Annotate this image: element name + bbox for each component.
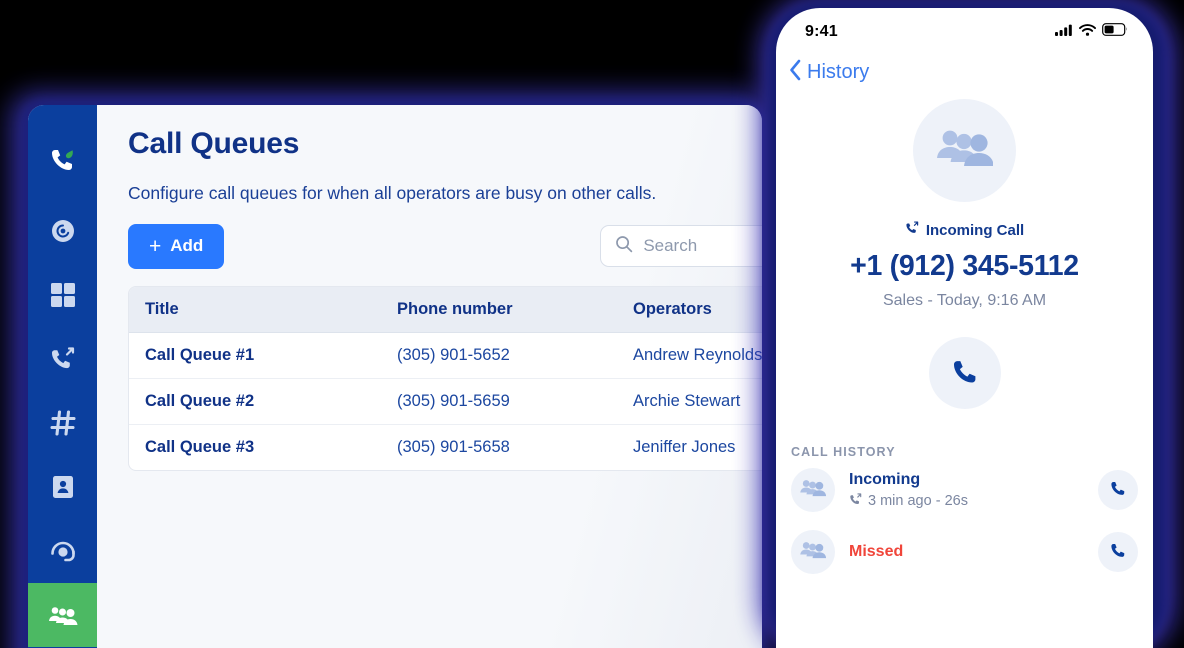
table-body: Call Queue #1 (305) 901-5652 Andrew Reyn… <box>129 332 762 471</box>
phone-forward-icon <box>48 344 78 374</box>
add-button-label: Add <box>170 236 204 255</box>
call-back-button[interactable] <box>1098 532 1138 572</box>
cell-title: Call Queue #3 <box>145 438 255 456</box>
people-group-icon <box>936 126 994 175</box>
people-group-icon <box>48 602 78 628</box>
cell-phone: (305) 901-5658 <box>397 438 510 456</box>
status-bar-icons <box>1055 23 1128 41</box>
list-item-subtitle: 3 min ago - 26s <box>849 492 1084 510</box>
caller-number: +1 (912) 345-5112 <box>850 250 1079 282</box>
sidebar <box>28 105 97 648</box>
toolbar: + Add <box>128 223 762 269</box>
cell-operators: Archie Stewart <box>617 378 762 425</box>
cell-title: Call Queue #1 <box>129 332 381 379</box>
sidebar-item-call-queues[interactable] <box>28 583 97 647</box>
table-header-row: Title Phone number Operators <box>129 287 762 333</box>
screenshot-stage: Call Queues Configure call queues for wh… <box>0 0 1184 648</box>
call-hero: Incoming Call +1 (912) 345-5112 Sales - … <box>776 87 1153 409</box>
sidebar-item-dashboard[interactable] <box>28 263 97 327</box>
cell-operators: Andrew Reynolds <box>617 332 762 379</box>
list-item-title: Incoming <box>849 470 921 488</box>
cell-title: Call Queue #2 <box>129 378 381 425</box>
call-back-button[interactable] <box>1098 470 1138 510</box>
column-header-title[interactable]: Title <box>129 287 381 333</box>
call-history-section-label: CALL HISTORY <box>791 445 896 459</box>
table-row[interactable]: Call Queue #2 (305) 901-5659 Archie Stew… <box>129 378 762 425</box>
incoming-call-icon <box>905 221 919 239</box>
cell-phone: (305) 901-5652 <box>381 332 617 379</box>
phone-icon <box>1109 479 1127 502</box>
desktop-app-window: Call Queues Configure call queues for wh… <box>28 105 762 648</box>
phone-icon <box>1109 541 1127 564</box>
table-row[interactable]: Call Queue #1 (305) 901-5652 Andrew Reyn… <box>129 332 762 379</box>
call-meta: Sales - Today, 9:16 AM <box>882 292 1047 309</box>
table-row[interactable]: Call Queue #3 (305) 901-5658 Jeniffer Jo… <box>129 425 762 471</box>
status-bar: 9:41 <box>776 8 1153 50</box>
search-input[interactable] <box>643 236 762 256</box>
column-header-operators[interactable]: Operators <box>617 287 762 333</box>
sidebar-item-brand[interactable] <box>28 131 97 191</box>
sidebar-item-numbers[interactable] <box>28 391 97 455</box>
record-circle-icon <box>49 217 77 245</box>
page-title: Call Queues <box>128 127 300 160</box>
chevron-left-icon <box>788 58 803 87</box>
phone-mockup: 9:41 History Incoming Call +1 (912) 345-… <box>776 8 1153 648</box>
back-button-label: History <box>807 61 870 83</box>
contact-card-icon <box>50 474 76 500</box>
search-box[interactable] <box>600 225 762 267</box>
column-header-phone[interactable]: Phone number <box>381 287 617 333</box>
page-subtitle: Configure call queues for when all opera… <box>128 183 657 203</box>
sidebar-item-monitoring[interactable] <box>28 519 97 583</box>
sidebar-item-recordings[interactable] <box>28 199 97 263</box>
battery-icon <box>1102 23 1128 41</box>
cell-phone: (305) 901-5659 <box>381 378 617 425</box>
back-to-history-button[interactable]: History <box>776 50 1153 87</box>
list-item-title: Missed <box>849 543 904 560</box>
call-queues-table: Title Phone number Operators Call Queue … <box>128 286 762 471</box>
call-type-row: Incoming Call <box>776 221 1153 239</box>
people-group-icon <box>800 478 827 503</box>
list-item-text: Incoming 3 min ago - 26s <box>849 471 1084 510</box>
cellular-signal-icon <box>1055 23 1073 41</box>
people-group-icon <box>800 540 827 565</box>
list-item[interactable]: Incoming 3 min ago - 26s <box>776 459 1153 521</box>
list-item-text: Missed <box>849 543 1084 561</box>
status-bar-time: 9:41 <box>805 23 838 40</box>
list-item[interactable]: Missed <box>776 521 1153 583</box>
sidebar-item-call-flow[interactable] <box>28 327 97 391</box>
main-content: Call Queues Configure call queues for wh… <box>97 105 762 648</box>
phone-icon <box>950 356 980 391</box>
avatar <box>791 468 835 512</box>
avatar <box>913 99 1016 202</box>
search-icon <box>615 235 633 258</box>
list-item-meta: 3 min ago - 26s <box>868 493 968 509</box>
grid-dashboard-icon <box>50 282 76 308</box>
plus-icon: + <box>149 234 162 258</box>
hash-icon <box>49 410 76 436</box>
call-type-label: Incoming Call <box>925 221 1025 239</box>
headset-eye-icon <box>49 537 77 565</box>
table: Title Phone number Operators Call Queue … <box>129 287 762 470</box>
incoming-call-icon <box>849 492 862 510</box>
call-button[interactable] <box>928 337 1001 409</box>
cell-operators: Jeniffer Jones <box>633 438 736 456</box>
wifi-icon <box>1079 23 1096 41</box>
add-button[interactable]: + Add <box>128 223 225 269</box>
sidebar-item-contacts[interactable] <box>28 455 97 519</box>
phone-leaf-logo-icon <box>46 144 80 178</box>
avatar <box>791 530 835 574</box>
